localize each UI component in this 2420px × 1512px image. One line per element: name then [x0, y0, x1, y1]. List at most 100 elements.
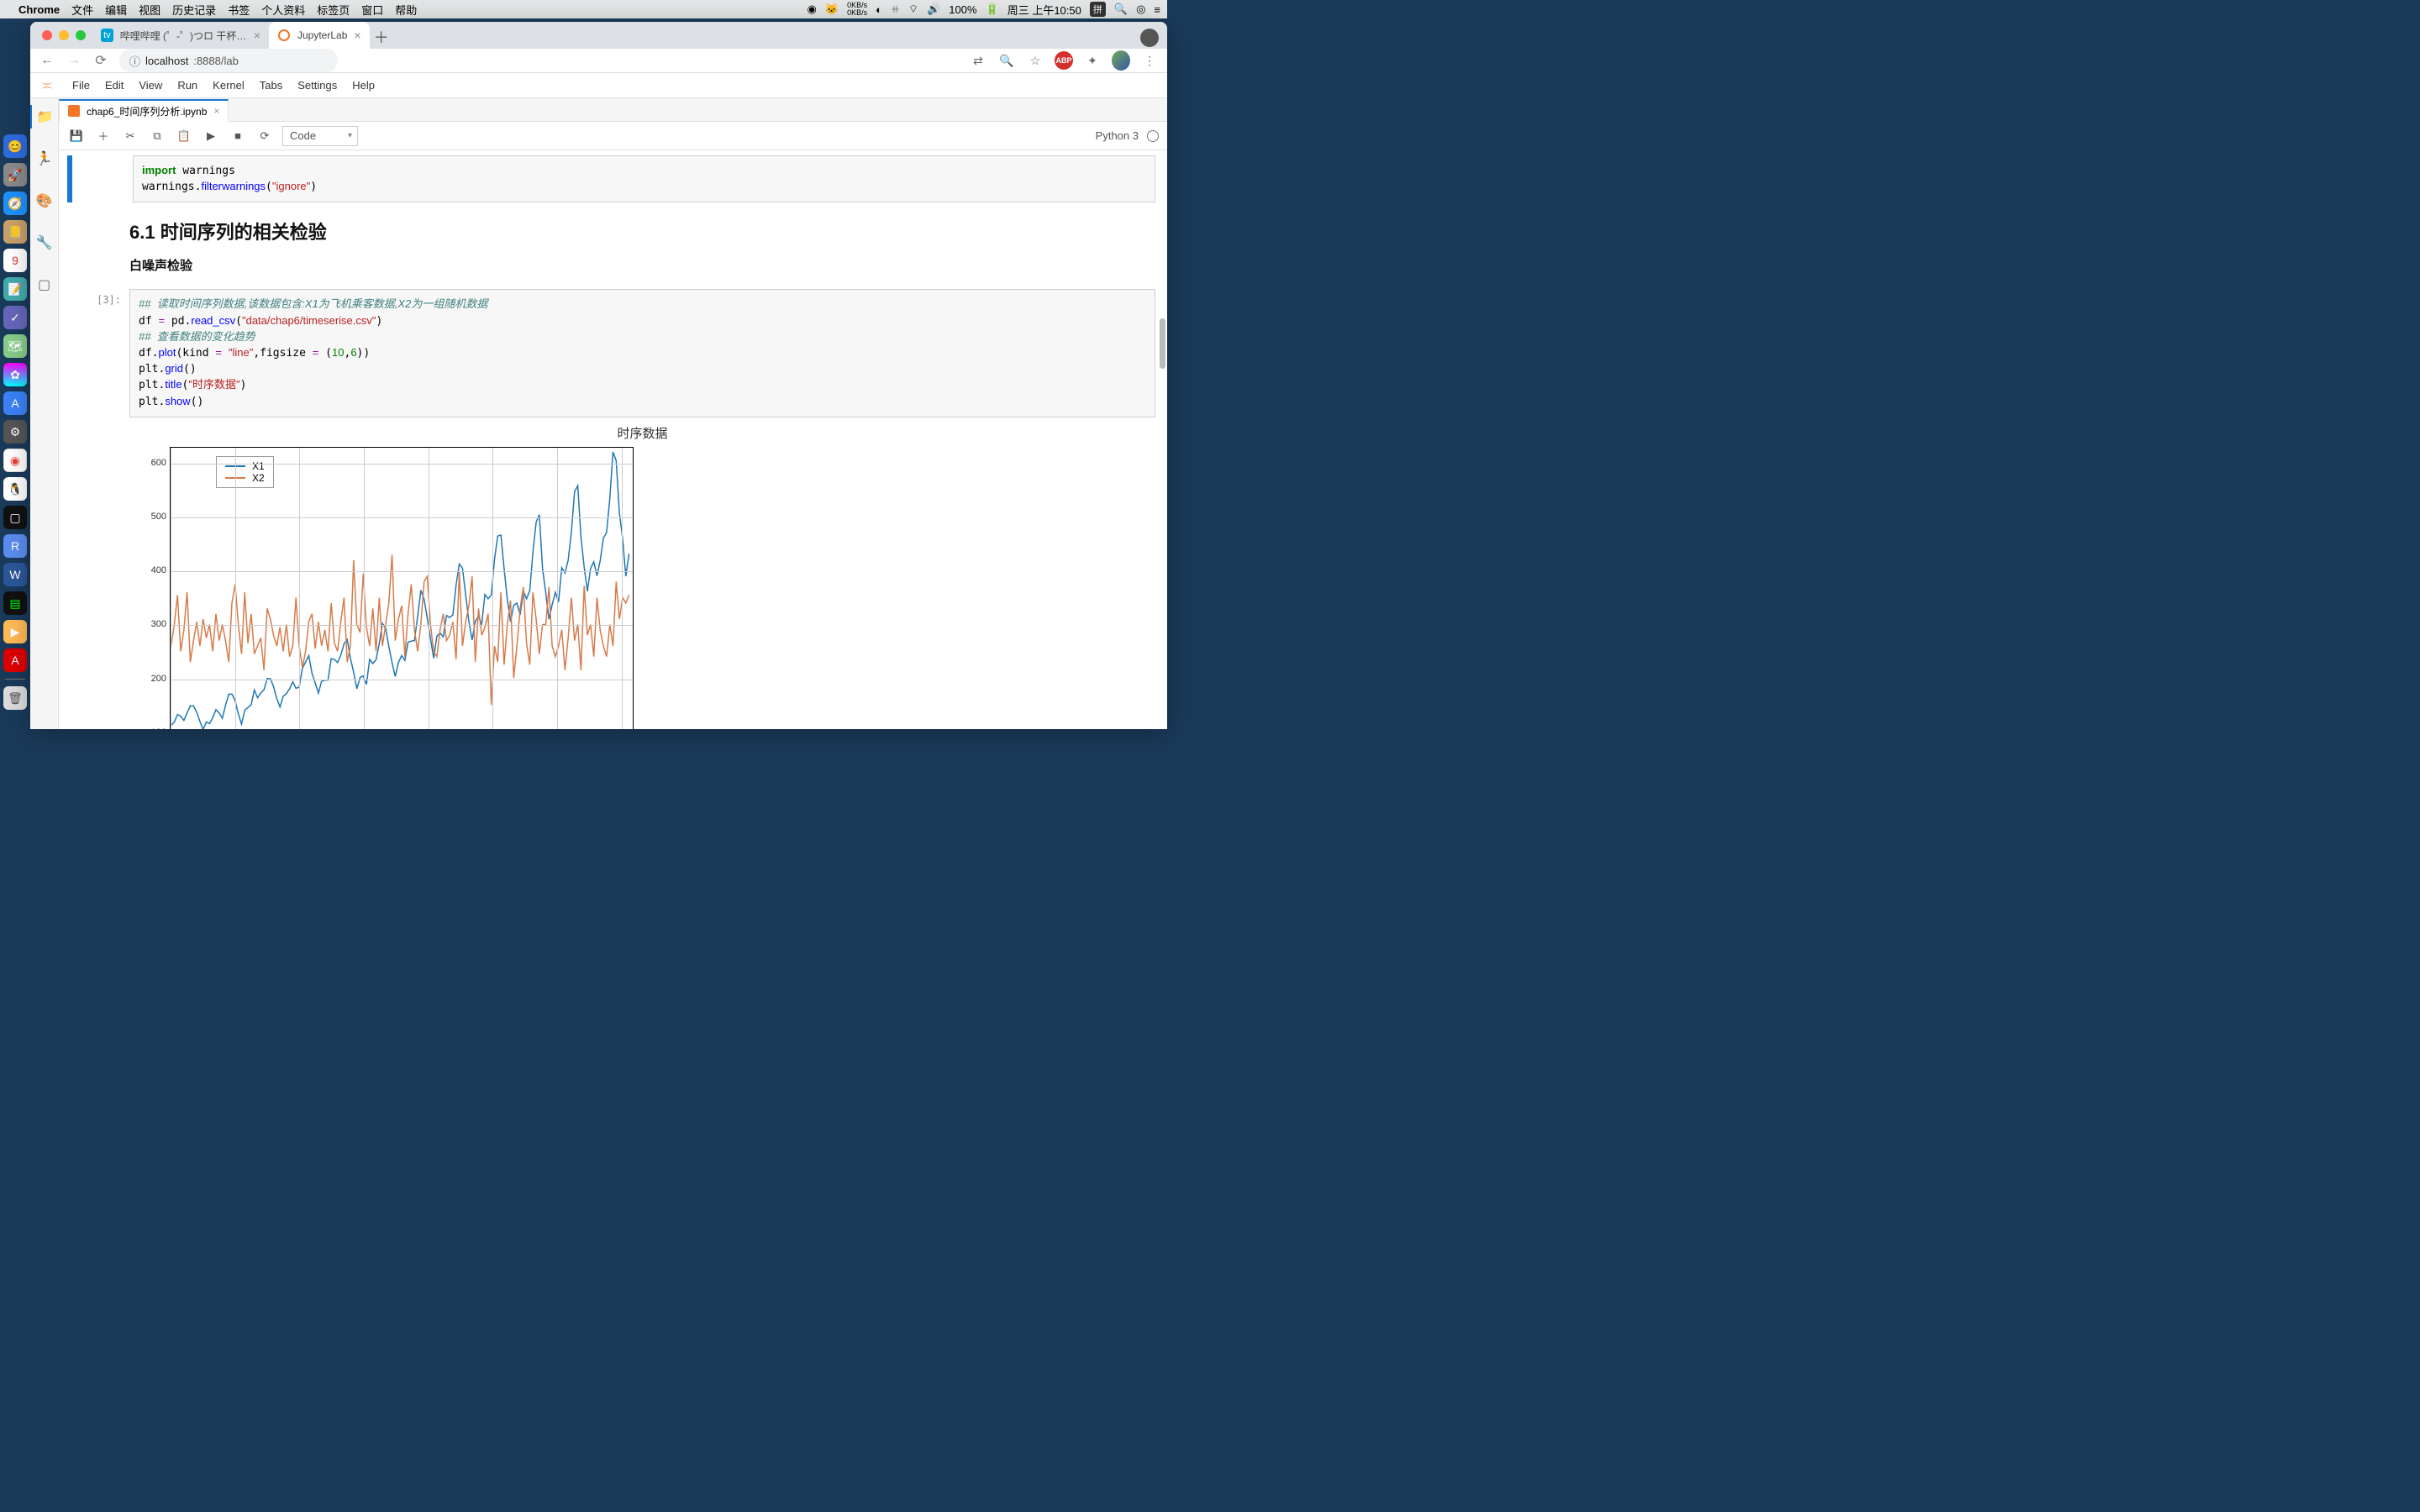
menu-history[interactable]: 历史记录 — [172, 2, 216, 18]
menu-tabs[interactable]: 标签页 — [317, 2, 350, 18]
menu-profiles[interactable]: 个人资料 — [261, 2, 305, 18]
spotlight-icon[interactable]: 🔍 — [1114, 3, 1128, 16]
profile-avatar[interactable] — [1112, 51, 1130, 70]
celltype-select[interactable]: Code — [282, 126, 358, 146]
new-tab-button[interactable]: ＋ — [370, 25, 393, 49]
translate-icon[interactable]: ⇄ — [969, 51, 987, 70]
adblock-icon[interactable]: ABP — [1055, 51, 1073, 70]
browser-tab-jupyterlab[interactable]: JupyterLab × — [269, 22, 370, 49]
extensions-icon[interactable]: ✦ — [1083, 51, 1102, 70]
screenrec-icon[interactable]: ◉ — [808, 3, 817, 16]
dock-contacts[interactable]: 📒 — [3, 220, 27, 244]
filebrowser-icon[interactable]: 📁 — [30, 105, 58, 129]
tools-icon[interactable]: 🔧 — [30, 231, 58, 255]
bookmark-star-icon[interactable]: ☆ — [1026, 51, 1044, 70]
tabs-icon[interactable]: ▢ — [30, 273, 58, 297]
dock-launchpad[interactable]: 🚀 — [3, 163, 27, 186]
dock-settings[interactable]: ⚙ — [3, 420, 27, 444]
bluetooth-icon[interactable]: ⧺ — [891, 3, 900, 16]
volume-icon[interactable]: 🔊 — [927, 3, 940, 16]
jmenu-run[interactable]: Run — [177, 79, 197, 92]
omnibox[interactable]: ⓘ localhost:8888/lab — [119, 49, 338, 72]
jmenu-file[interactable]: File — [72, 79, 90, 92]
close-tab-icon[interactable]: × — [254, 29, 260, 42]
y-tick: 200 — [151, 674, 166, 684]
menu-file[interactable]: 文件 — [71, 2, 93, 18]
save-button[interactable]: 💾 — [67, 129, 86, 143]
cat-icon[interactable]: 🐱 — [825, 3, 839, 16]
wifi-icon[interactable]: ⌔ — [908, 3, 918, 16]
jmenu-tabs[interactable]: Tabs — [260, 79, 282, 92]
code-editor[interactable]: import warnings warnings.filterwarnings(… — [133, 155, 1155, 202]
dock-acrobat[interactable]: A — [3, 648, 27, 672]
close-tab-icon[interactable]: × — [213, 105, 219, 117]
close-tab-icon[interactable]: × — [354, 29, 360, 42]
run-button[interactable]: ▶ — [202, 129, 220, 143]
running-icon[interactable]: 🏃 — [30, 147, 58, 171]
menu-edit[interactable]: 编辑 — [105, 2, 127, 18]
dock-chrome[interactable]: ◉ — [3, 449, 27, 472]
menu-help[interactable]: 帮助 — [395, 2, 417, 18]
dock-word[interactable]: W — [3, 563, 27, 586]
jmenu-kernel[interactable]: Kernel — [213, 79, 245, 92]
jmenu-settings[interactable]: Settings — [297, 79, 337, 92]
stop-button[interactable]: ■ — [229, 129, 247, 142]
dock-qq[interactable]: 🐧 — [3, 477, 27, 501]
paste-button[interactable]: 📋 — [175, 129, 193, 143]
clock[interactable]: 周三 上午10:50 — [1007, 2, 1081, 18]
code-cell[interactable]: import warnings warnings.filterwarnings(… — [67, 155, 1155, 202]
dock-notes[interactable]: 📝 — [3, 277, 27, 301]
ime-indicator[interactable]: 拼 — [1090, 2, 1106, 17]
notebook-area[interactable]: import warnings warnings.filterwarnings(… — [59, 150, 1167, 729]
dock-maps[interactable]: 🗺 — [3, 334, 27, 358]
network-speed: 0KB/s0KB/s — [847, 2, 867, 17]
notebook-tab[interactable]: chap6_时间序列分析.ipynb × — [59, 99, 229, 122]
jupyter-logo-icon[interactable] — [37, 76, 57, 96]
dock-rstudio[interactable]: R — [3, 534, 27, 558]
kernel-name[interactable]: Python 3 — [1096, 129, 1139, 142]
siri-icon[interactable]: ◎ — [1136, 3, 1145, 16]
menu-bookmarks[interactable]: 书签 — [228, 2, 250, 18]
code-cell[interactable]: [3]: ## 读取时间序列数据,该数据包含:X1为飞机乘客数据,X2为一组随机… — [71, 289, 1155, 417]
copy-button[interactable]: ⧉ — [148, 129, 166, 143]
zoom-icon[interactable]: 🔍 — [997, 51, 1016, 70]
code-editor[interactable]: ## 读取时间序列数据,该数据包含:X1为飞机乘客数据,X2为一组随机数据 df… — [129, 289, 1155, 417]
app-name[interactable]: Chrome — [18, 3, 60, 16]
creative-cloud-icon[interactable]: ◐ — [876, 3, 882, 16]
minimize-window-button[interactable] — [59, 30, 69, 40]
profile-chip[interactable] — [1140, 29, 1159, 47]
markdown-cell[interactable]: 6.1 时间序列的相关检验 白噪声检验 — [71, 209, 1155, 282]
dock-reminders[interactable]: ✓ — [3, 306, 27, 329]
browser-tab-bilibili[interactable]: tv 哔哩哔哩 (゜-゜)つロ 干杯~-bili × — [92, 22, 269, 49]
menu-view[interactable]: 视图 — [139, 2, 160, 18]
jmenu-edit[interactable]: Edit — [105, 79, 124, 92]
dock-trash[interactable]: 🗑 — [3, 686, 27, 710]
dock-activity[interactable]: ▤ — [3, 591, 27, 615]
dock-finder[interactable]: 😊 — [3, 134, 27, 158]
commands-icon[interactable]: 🎨 — [30, 189, 58, 213]
dock-terminal[interactable]: ▢ — [3, 506, 27, 529]
kernel-status-icon[interactable] — [1147, 130, 1159, 142]
dock-vlc[interactable]: ▶ — [3, 620, 27, 643]
jmenu-help[interactable]: Help — [352, 79, 375, 92]
dock-calendar[interactable]: 9 — [3, 249, 27, 272]
window-controls — [37, 22, 92, 49]
insert-cell-button[interactable]: ＋ — [94, 128, 113, 144]
chrome-menu-icon[interactable]: ⋮ — [1140, 51, 1159, 70]
scrollbar-thumb[interactable] — [1160, 318, 1165, 369]
restart-button[interactable]: ⟳ — [255, 129, 274, 143]
reload-button[interactable]: ⟳ — [92, 52, 109, 69]
dock-photos[interactable]: ✿ — [3, 363, 27, 386]
battery-icon[interactable]: 🔋 — [986, 3, 999, 16]
forward-button[interactable]: → — [66, 53, 82, 68]
dock-appstore[interactable]: A — [3, 391, 27, 415]
jmenu-view[interactable]: View — [139, 79, 162, 92]
maximize-window-button[interactable] — [76, 30, 86, 40]
close-window-button[interactable] — [42, 30, 52, 40]
notification-center-icon[interactable]: ≡ — [1154, 3, 1160, 16]
back-button[interactable]: ← — [39, 53, 55, 68]
dock-safari[interactable]: 🧭 — [3, 192, 27, 215]
cut-button[interactable]: ✂ — [121, 129, 139, 143]
site-info-icon[interactable]: ⓘ — [129, 53, 140, 69]
menu-window[interactable]: 窗口 — [361, 2, 383, 18]
